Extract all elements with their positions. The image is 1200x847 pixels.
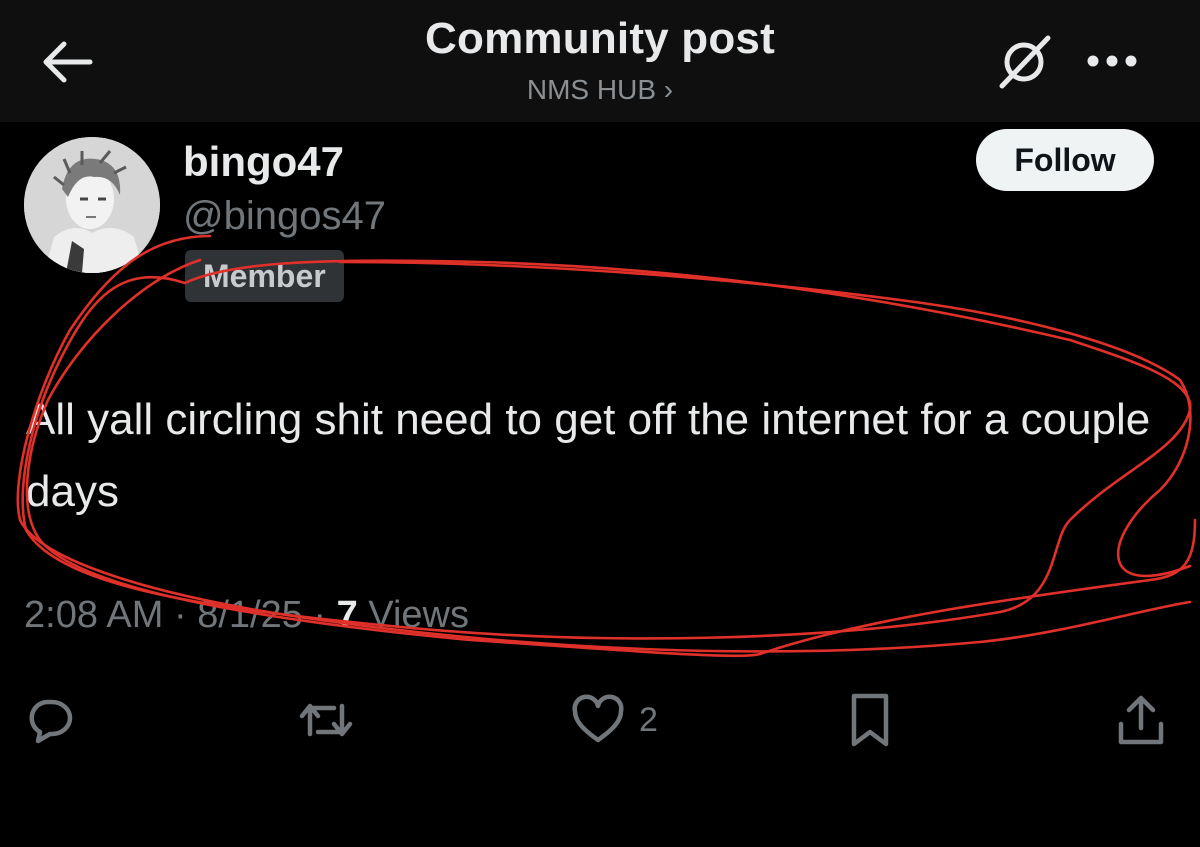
- user-handle[interactable]: @bingos47: [183, 194, 386, 239]
- post-meta: 2:08 AM · 8/1/25 · 7 Views: [24, 594, 469, 637]
- avatar[interactable]: [24, 137, 160, 273]
- member-badge: Member: [185, 250, 344, 302]
- grok-icon: [999, 35, 1051, 89]
- post-text: All yall circling shit need to get off t…: [26, 395, 1151, 516]
- action-bar: 2: [0, 688, 1200, 752]
- views-label: Views: [357, 594, 469, 636]
- reply-button[interactable]: [24, 688, 76, 752]
- bookmark-button[interactable]: [846, 688, 894, 752]
- display-name[interactable]: bingo47: [183, 138, 344, 186]
- follow-button[interactable]: Follow: [976, 129, 1154, 191]
- heart-icon: [572, 694, 624, 743]
- share-icon: [1118, 695, 1164, 745]
- bookmark-icon: [851, 693, 889, 747]
- more-dots-icon: [1087, 55, 1137, 67]
- views-count: 7: [336, 594, 358, 636]
- share-button[interactable]: [1115, 688, 1167, 752]
- more-options-button[interactable]: [1082, 44, 1144, 78]
- like-count: 2: [639, 700, 658, 739]
- avatar-image: [24, 137, 160, 273]
- repost-icon: [299, 703, 353, 737]
- grok-button[interactable]: [994, 32, 1056, 92]
- post-timestamp[interactable]: 2:08 AM · 8/1/25 ·: [24, 594, 337, 636]
- reply-icon: [29, 699, 73, 744]
- like-button[interactable]: 2: [571, 688, 658, 752]
- repost-button[interactable]: [296, 688, 356, 752]
- top-bar: Community post NMS HUB ›: [0, 0, 1200, 122]
